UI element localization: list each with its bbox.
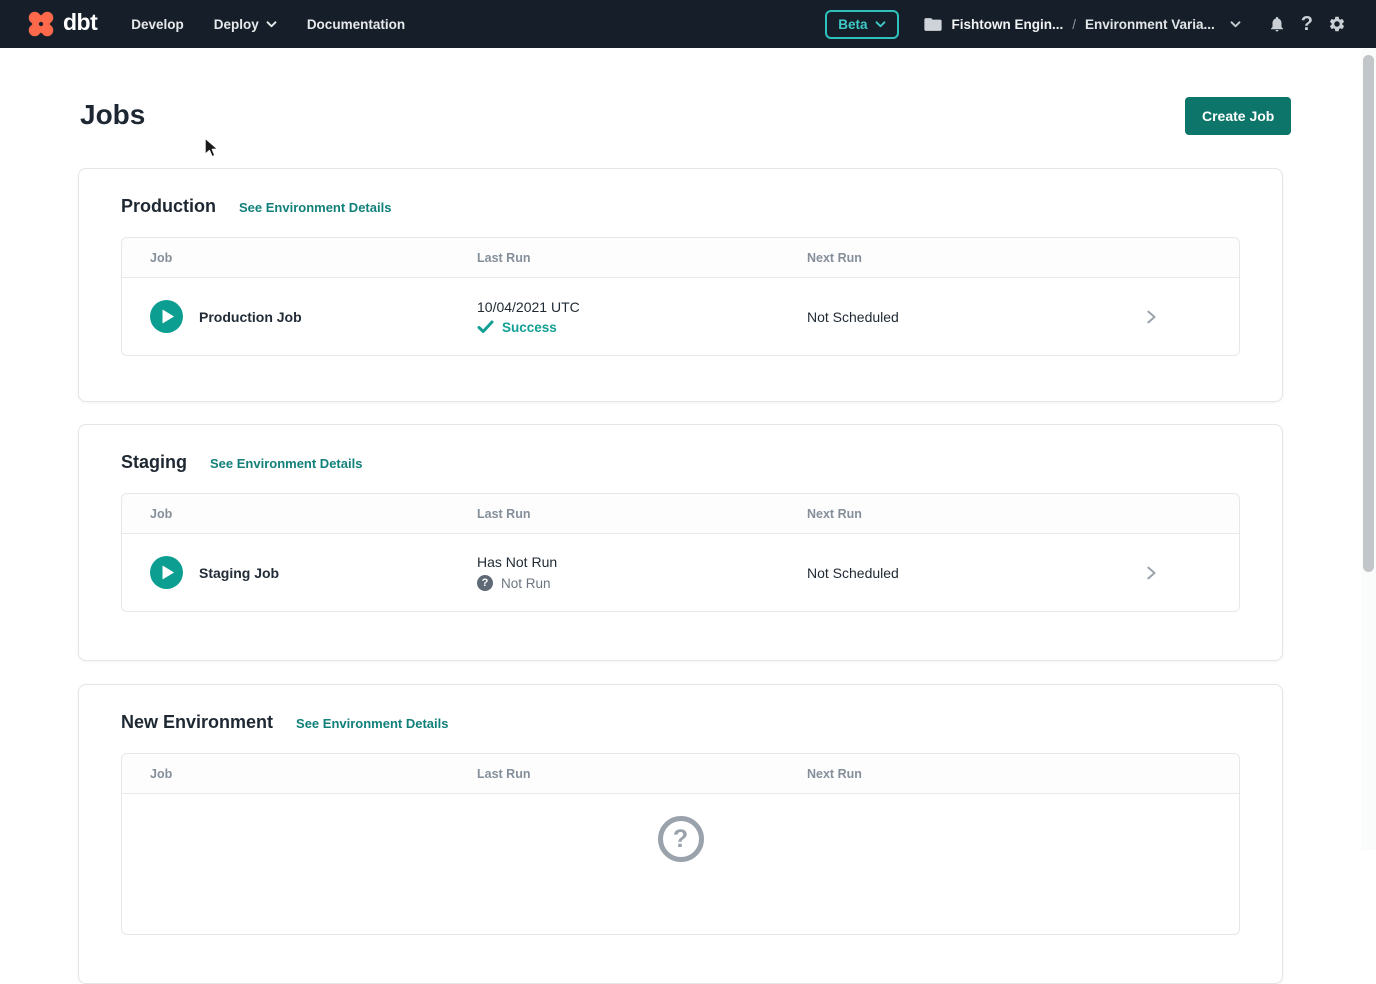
last-run-cell: 10/04/2021 UTC Success xyxy=(477,299,807,335)
last-run-status: ? Not Run xyxy=(477,575,807,591)
table-header-row: Job Last Run Next Run xyxy=(122,238,1239,278)
job-name: Staging Job xyxy=(199,565,279,581)
chevron-right-icon xyxy=(1143,565,1159,581)
table-header-row: Job Last Run Next Run xyxy=(122,754,1239,794)
column-header-next-run: Next Run xyxy=(807,507,1137,521)
nav-icon-group: ? xyxy=(1268,14,1346,34)
chevron-down-icon xyxy=(266,21,277,28)
environment-card-new-environment: New Environment See Environment Details … xyxy=(78,684,1283,984)
column-header-job: Job xyxy=(150,251,477,265)
row-chevron[interactable] xyxy=(1137,309,1239,325)
see-environment-details-link[interactable]: See Environment Details xyxy=(210,456,362,471)
nav-item-develop[interactable]: Develop xyxy=(131,17,184,32)
see-environment-details-link[interactable]: See Environment Details xyxy=(296,716,448,731)
chevron-down-icon xyxy=(1230,21,1241,28)
scrollbar-track[interactable] xyxy=(1361,48,1376,850)
column-header-job: Job xyxy=(150,767,477,781)
run-job-play-icon[interactable] xyxy=(150,300,183,333)
breadcrumb-page[interactable]: Environment Varia... xyxy=(1085,17,1215,32)
jobs-table: Job Last Run Next Run Production Job 10/… xyxy=(121,237,1240,356)
next-run-cell: Not Scheduled xyxy=(807,309,1137,325)
environment-card-staging: Staging See Environment Details Job Last… xyxy=(78,424,1283,661)
next-run-cell: Not Scheduled xyxy=(807,565,1137,581)
brand-name: dbt xyxy=(63,11,97,37)
create-job-button[interactable]: Create Job xyxy=(1185,97,1291,135)
nav-item-documentation[interactable]: Documentation xyxy=(307,17,405,32)
last-run-status: Success xyxy=(477,320,807,335)
primary-nav: Develop Deploy Documentation xyxy=(131,17,405,32)
last-run-date: 10/04/2021 UTC xyxy=(477,299,807,315)
run-job-play-icon[interactable] xyxy=(150,556,183,589)
environment-name: Production xyxy=(121,196,216,217)
last-run-date: Has Not Run xyxy=(477,554,807,570)
mouse-cursor xyxy=(203,137,222,159)
column-header-last-run: Last Run xyxy=(477,507,807,521)
check-icon xyxy=(477,320,494,334)
jobs-table: Job Last Run Next Run ? xyxy=(121,753,1240,935)
question-circle-icon: ? xyxy=(658,816,704,862)
job-cell: Production Job xyxy=(150,300,477,333)
gear-icon[interactable] xyxy=(1328,15,1346,33)
column-header-last-run: Last Run xyxy=(477,767,807,781)
column-header-job: Job xyxy=(150,507,477,521)
empty-state: ? xyxy=(122,794,1239,934)
top-nav: dbt Develop Deploy Documentation Beta Fi… xyxy=(0,0,1376,48)
environment-name: Staging xyxy=(121,452,187,473)
card-header: New Environment See Environment Details xyxy=(79,685,1282,733)
bell-icon[interactable] xyxy=(1268,15,1286,33)
chevron-down-icon xyxy=(875,21,886,28)
environment-name: New Environment xyxy=(121,712,273,733)
environment-card-production: Production See Environment Details Job L… xyxy=(78,168,1283,402)
card-header: Production See Environment Details xyxy=(79,169,1282,217)
last-run-cell: Has Not Run ? Not Run xyxy=(477,554,807,591)
job-name: Production Job xyxy=(199,309,302,325)
page-title: Jobs xyxy=(80,99,145,131)
breadcrumb-project[interactable]: Fishtown Engin... xyxy=(951,17,1063,32)
column-header-next-run: Next Run xyxy=(807,251,1137,265)
job-cell: Staging Job xyxy=(150,556,477,589)
see-environment-details-link[interactable]: See Environment Details xyxy=(239,200,391,215)
scrollbar-thumb[interactable] xyxy=(1363,55,1374,572)
breadcrumb[interactable]: Fishtown Engin... / Environment Varia... xyxy=(924,17,1240,32)
question-circle-icon: ? xyxy=(477,575,493,591)
table-header-row: Job Last Run Next Run xyxy=(122,494,1239,534)
dbt-logo[interactable]: dbt xyxy=(26,9,97,39)
column-header-next-run: Next Run xyxy=(807,767,1137,781)
nav-item-deploy[interactable]: Deploy xyxy=(214,17,277,32)
job-row-staging[interactable]: Staging Job Has Not Run ? Not Run Not Sc… xyxy=(122,534,1239,611)
chevron-right-icon xyxy=(1143,309,1159,325)
jobs-table: Job Last Run Next Run Staging Job Has No… xyxy=(121,493,1240,612)
card-header: Staging See Environment Details xyxy=(79,425,1282,473)
column-header-last-run: Last Run xyxy=(477,251,807,265)
breadcrumb-separator: / xyxy=(1072,17,1076,32)
row-chevron[interactable] xyxy=(1137,565,1239,581)
folder-icon xyxy=(924,17,942,32)
dbt-logo-icon xyxy=(26,9,56,39)
job-row-production[interactable]: Production Job 10/04/2021 UTC Success No… xyxy=(122,278,1239,355)
beta-dropdown[interactable]: Beta xyxy=(825,10,899,39)
help-icon[interactable]: ? xyxy=(1301,14,1313,34)
